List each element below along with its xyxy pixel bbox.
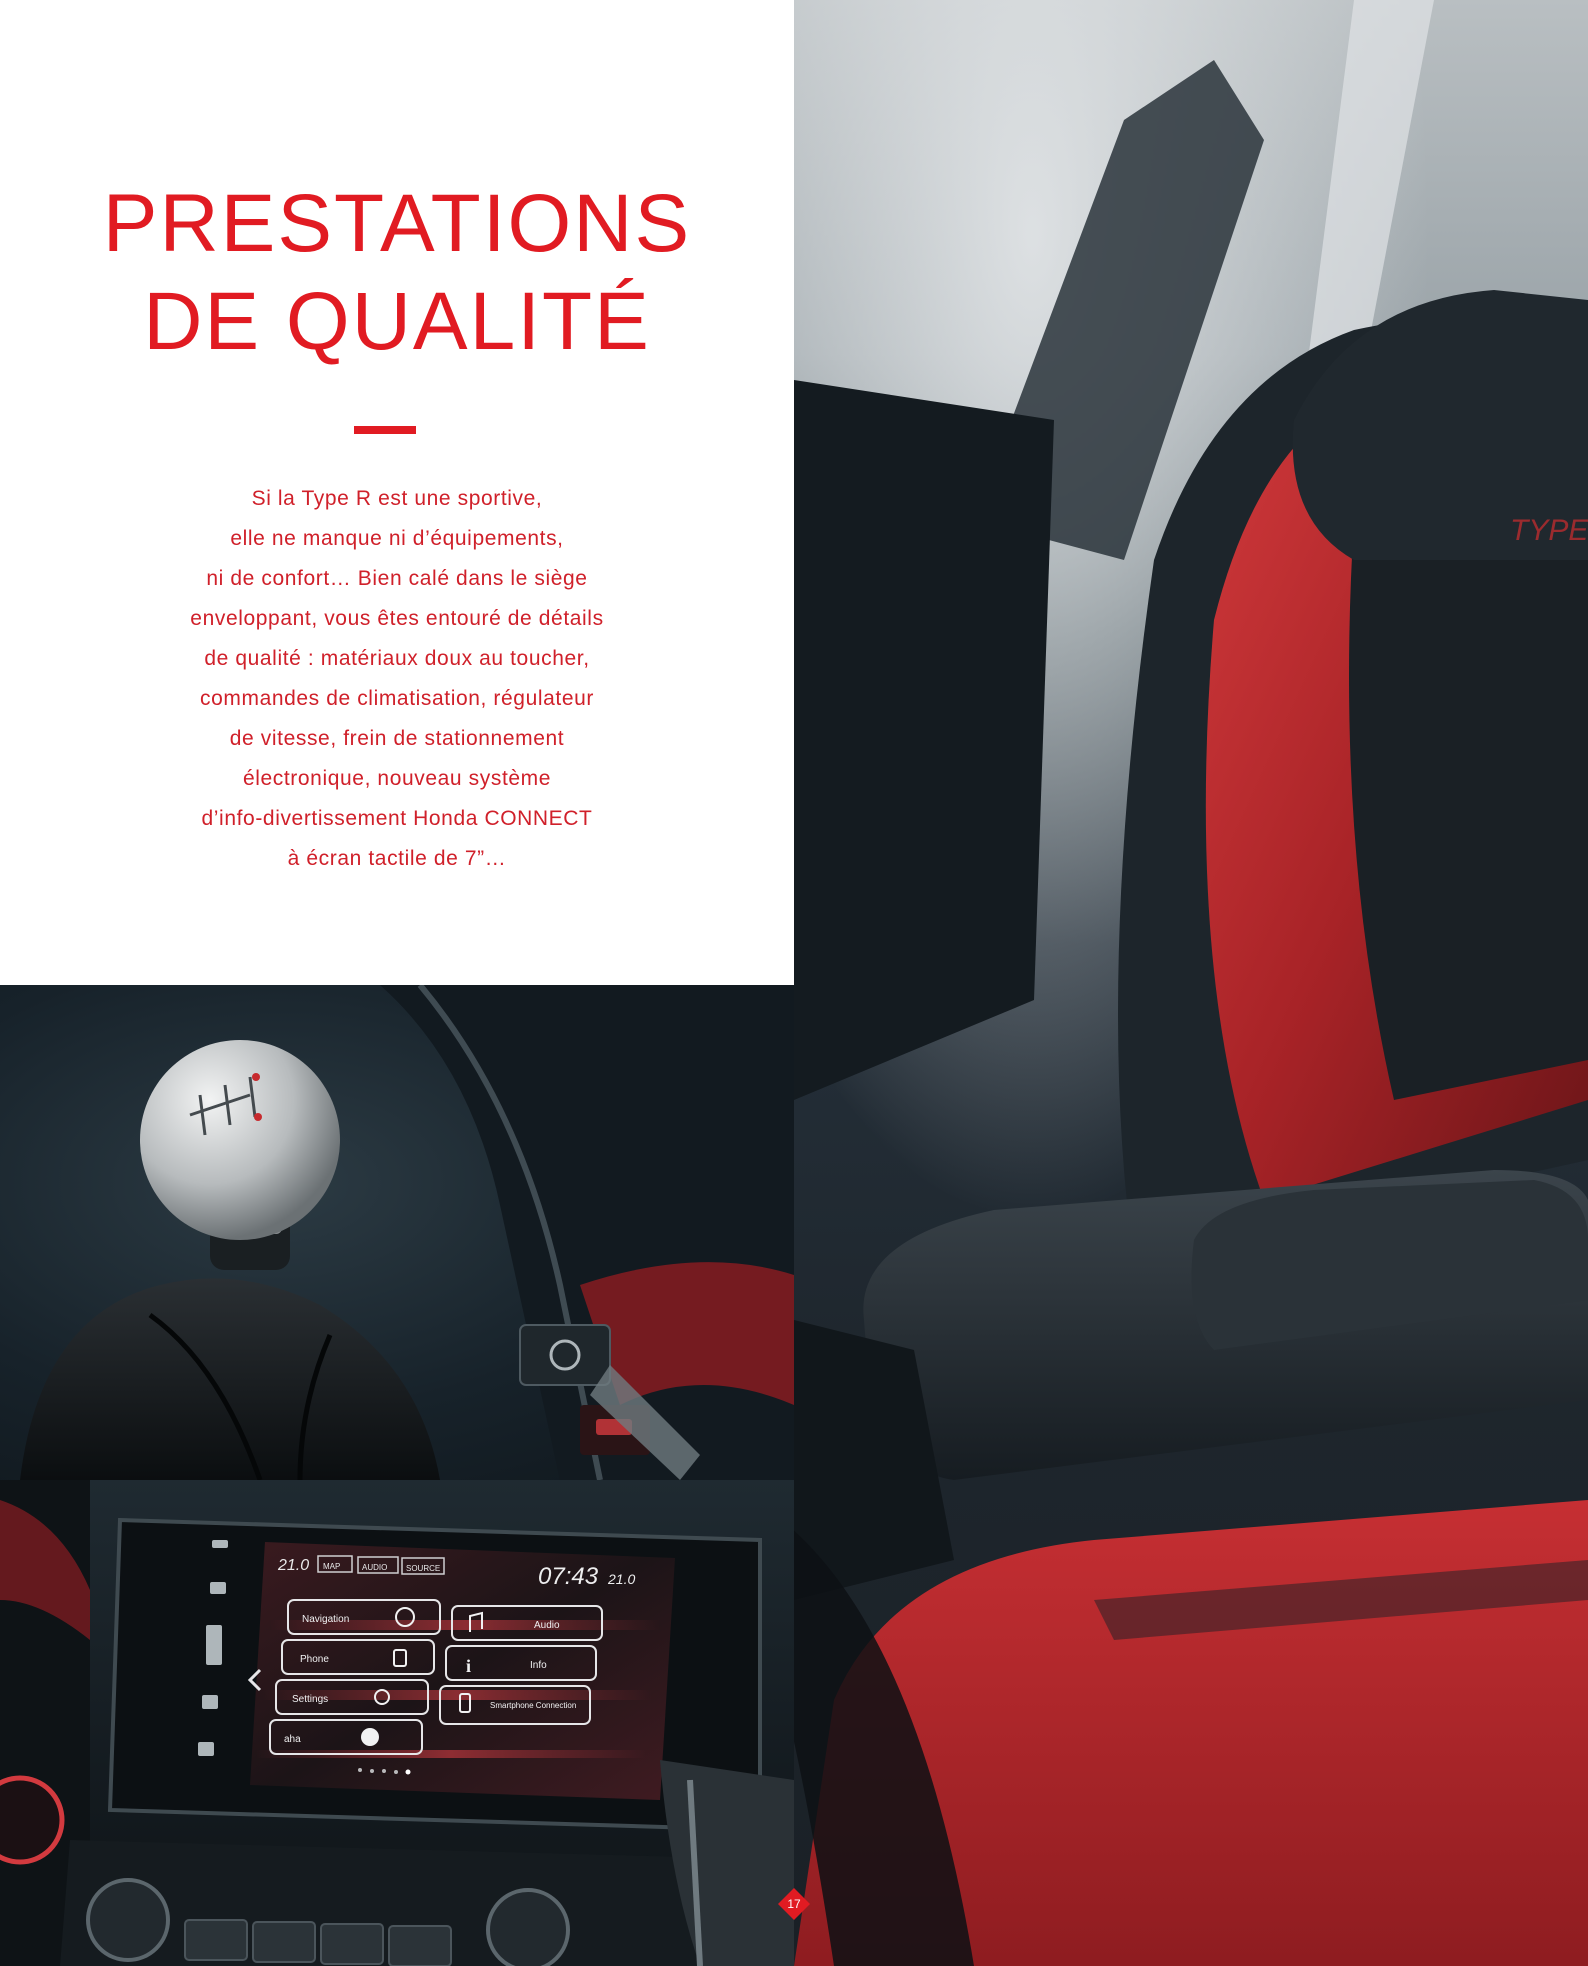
- gear-shift-illustration: [20, 985, 794, 1480]
- title-line-1: PRESTATIONS: [102, 178, 692, 269]
- menu-label-phone: Phone: [300, 1654, 329, 1665]
- menu-label-navigation: Navigation: [302, 1614, 349, 1625]
- menu-label-info: Info: [530, 1660, 547, 1671]
- text-panel: PRESTATIONS DE QUALITÉ Si la Type R est …: [0, 0, 794, 985]
- body-line: à écran tactile de 7”…: [287, 847, 507, 870]
- brochure-page: TYPE R PRESTATIONS DE QUALITÉ Si la Type…: [0, 0, 1588, 1966]
- tab-map[interactable]: MAP: [323, 1562, 340, 1571]
- menu-label-settings: Settings: [292, 1694, 328, 1705]
- status-temp-left: 21.0: [277, 1557, 309, 1574]
- body-line: ni de confort… Bien calé dans le siège: [206, 567, 588, 590]
- status-clock: 07:43: [538, 1563, 599, 1590]
- infotainment-illustration: 21.0 MAP AUDIO SOURCE 07:43 21.0 Navigat…: [0, 1480, 794, 1966]
- body-line: d’info-divertissement Honda CONNECT: [201, 807, 593, 830]
- gear-shift-photo: [0, 985, 794, 1480]
- menu-label-audio: Audio: [534, 1620, 560, 1631]
- page-number: 17: [787, 1897, 801, 1911]
- seat-photo: TYPE R: [794, 0, 1588, 1966]
- body-line: commandes de climatisation, régulateur: [200, 687, 594, 710]
- menu-label-aha: aha: [284, 1734, 301, 1745]
- info-icon: i: [466, 1656, 471, 1676]
- aha-icon: [361, 1728, 379, 1746]
- seat-illustration: TYPE R: [794, 0, 1588, 1966]
- body-line: de vitesse, frein de stationnement: [229, 727, 565, 750]
- infotainment-photo: 21.0 MAP AUDIO SOURCE 07:43 21.0 Navigat…: [0, 1480, 794, 1966]
- tab-audio[interactable]: AUDIO: [362, 1563, 387, 1572]
- tab-source[interactable]: SOURCE: [406, 1564, 440, 1573]
- body-line: elle ne manque ni d’équipements,: [230, 527, 564, 550]
- body-line: électronique, nouveau système: [242, 767, 552, 790]
- body-line: enveloppant, vous êtes entouré de détail…: [190, 607, 604, 630]
- status-temp-right: 21.0: [607, 1571, 635, 1587]
- menu-label-smartphone: Smartphone Connection: [490, 1701, 576, 1710]
- body-paragraph: Si la Type R est une sportive, elle ne m…: [127, 479, 667, 879]
- page-title: PRESTATIONS DE QUALITÉ: [0, 175, 794, 371]
- body-line: Si la Type R est une sportive,: [251, 487, 543, 510]
- title-divider: [354, 426, 416, 434]
- body-line: de qualité : matériaux doux au toucher,: [204, 647, 590, 670]
- title-line-2: DE QUALITÉ: [143, 276, 651, 367]
- headrest-logo: TYPE R: [1510, 514, 1588, 547]
